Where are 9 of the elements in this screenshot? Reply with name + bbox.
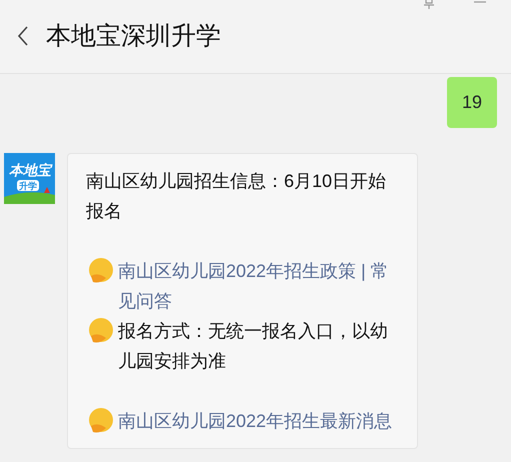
article-link[interactable]: 南山区幼儿园2022年招生政策 | 常见问答 — [118, 256, 393, 316]
article-link[interactable]: 南山区幼儿园2022年招生最新消息 — [118, 406, 392, 436]
message-text: 南山区幼儿园招生信息：6月10日开始报名 — [86, 170, 388, 223]
chat-title: 本地宝深圳升学 — [46, 24, 221, 49]
minimize-icon[interactable] — [474, 0, 486, 4]
message-text: 报名方式：无统一报名入口，以幼儿园安排为准 — [118, 320, 389, 373]
pin-icon[interactable] — [422, 0, 436, 9]
account-avatar: 本地宝 升学 — [4, 153, 55, 204]
sent-message: 19 — [446, 77, 497, 128]
